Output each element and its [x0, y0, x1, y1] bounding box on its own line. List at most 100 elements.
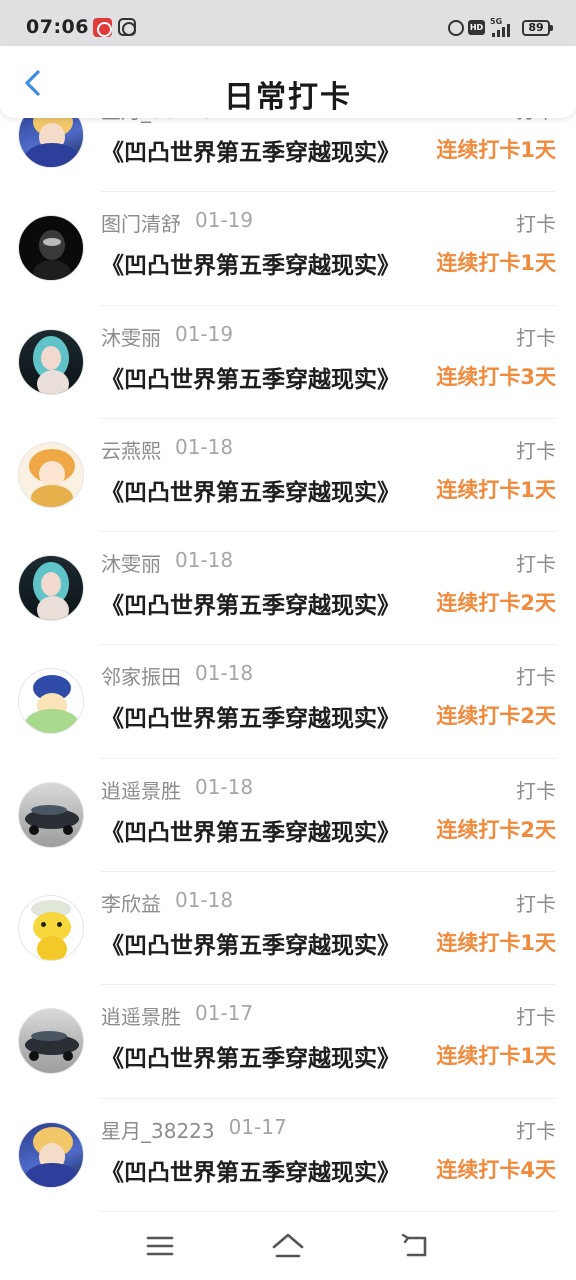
- checkin-row[interactable]: 沐雯丽 01-19 打卡《凹凸世界第五季穿越现实》 连续打卡3天: [0, 306, 576, 420]
- network-type: 5G: [490, 17, 503, 26]
- app-notification-icon: [93, 18, 112, 37]
- avatar[interactable]: [18, 668, 84, 735]
- checkin-row[interactable]: 逍遥景胜 01-18 打卡《凹凸世界第五季穿越现实》 连续打卡2天: [0, 759, 576, 873]
- checkin-action-label: 打卡: [516, 552, 556, 577]
- checkin-row[interactable]: 邻家振田 01-18 打卡《凹凸世界第五季穿越现实》 连续打卡2天: [0, 645, 576, 760]
- nav-back-button[interactable]: [394, 1226, 438, 1266]
- checkin-row[interactable]: 图门清舒 01-19 打卡《凹凸世界第五季穿越现实》 连续打卡1天: [0, 192, 576, 306]
- checkin-meta: 逍遥景胜 01-17: [101, 1001, 253, 1030]
- streak-label: 连续打卡1天: [436, 931, 556, 956]
- user-name[interactable]: 逍遥景胜: [101, 775, 181, 804]
- signal-icon: 5G: [490, 17, 512, 37]
- avatar[interactable]: [18, 781, 84, 848]
- checkin-topic[interactable]: 《凹凸世界第五季穿越现实》: [101, 586, 406, 620]
- checkin-date: 01-18: [195, 661, 254, 686]
- home-button[interactable]: [266, 1226, 310, 1266]
- user-name[interactable]: 图门清舒: [101, 208, 181, 237]
- user-name[interactable]: 邻家振田: [101, 661, 181, 690]
- checkin-action-label: 打卡: [516, 325, 556, 350]
- streak-label: 连续打卡2天: [436, 591, 556, 616]
- checkin-date: 01-18: [175, 888, 234, 913]
- avatar[interactable]: [18, 215, 84, 282]
- system-nav-bar: [0, 1212, 576, 1280]
- checkin-row[interactable]: 云燕熙 01-18 打卡《凹凸世界第五季穿越现实》 连续打卡1天: [0, 419, 576, 533]
- checkin-action-label: 打卡: [516, 118, 556, 124]
- back-icon: [401, 1233, 427, 1257]
- checkin-meta: 沐雯丽 01-18: [101, 548, 233, 577]
- streak-label: 连续打卡1天: [436, 1044, 556, 1069]
- checkin-date: 01-17: [228, 1114, 287, 1139]
- home-icon: [272, 1233, 304, 1258]
- checkin-meta: 云燕熙 01-18: [101, 435, 233, 464]
- checkin-action-label: 打卡: [516, 892, 556, 917]
- page-title: 日常打卡: [224, 80, 352, 115]
- checkin-action-label: 打卡: [516, 438, 556, 463]
- checkin-topic[interactable]: 《凹凸世界第五季穿越现实》: [101, 360, 406, 394]
- checkin-topic[interactable]: 《凹凸世界第五季穿越现实》: [101, 133, 406, 167]
- streak-label: 连续打卡2天: [436, 817, 556, 842]
- checkin-meta: 邻家振田 01-18: [101, 661, 253, 690]
- checkin-date: 01-18: [175, 434, 234, 459]
- checkin-date: 01-18: [175, 548, 234, 573]
- status-bar: 07:06 HD 5G 89: [0, 0, 576, 46]
- checkin-topic[interactable]: 《凹凸世界第五季穿越现实》: [101, 1039, 406, 1073]
- checkin-row[interactable]: 星月_38223 01-17 打卡《凹凸世界第五季穿越现实》 连续打卡4天: [0, 1099, 576, 1212]
- checkin-topic[interactable]: 《凹凸世界第五季穿越现实》: [101, 699, 406, 733]
- checkin-meta: 沐雯丽 01-19: [101, 322, 233, 351]
- alarm-icon: [448, 20, 464, 36]
- checkin-topic[interactable]: 《凹凸世界第五季穿越现实》: [101, 926, 406, 960]
- menu-icon: [146, 1236, 174, 1256]
- user-name[interactable]: 沐雯丽: [101, 548, 161, 577]
- checkin-row[interactable]: 沐雯丽 01-18 打卡《凹凸世界第五季穿越现实》 连续打卡2天: [0, 532, 576, 646]
- streak-label: 连续打卡1天: [436, 138, 556, 162]
- checkin-meta: 星月_38223 01-17: [101, 118, 287, 124]
- checkin-meta: 图门清舒 01-19: [101, 208, 253, 237]
- user-name[interactable]: 逍遥景胜: [101, 1001, 181, 1030]
- header: 日常打卡: [0, 46, 576, 118]
- checkin-list-viewport[interactable]: 星月_3822301-17打卡《凹凸世界第五季穿越现实》连续打卡1天图门清舒01…: [0, 118, 576, 1212]
- checkin-topic[interactable]: 《凹凸世界第五季穿越现实》: [101, 813, 406, 847]
- checkin-topic[interactable]: 《凹凸世界第五季穿越现实》: [101, 246, 406, 280]
- checkin-row[interactable]: 逍遥景胜 01-17 打卡《凹凸世界第五季穿越现实》 连续打卡1天: [0, 985, 576, 1099]
- avatar[interactable]: [18, 1121, 84, 1188]
- avatar[interactable]: [18, 1008, 84, 1075]
- checkin-topic[interactable]: 《凹凸世界第五季穿越现实》: [101, 1153, 406, 1187]
- checkin-action-label: 打卡: [516, 212, 556, 237]
- user-name[interactable]: 星月_38223: [101, 1115, 215, 1144]
- avatar[interactable]: [18, 555, 84, 622]
- checkin-date: 01-19: [195, 208, 254, 233]
- streak-label: 连续打卡4天: [436, 1157, 556, 1182]
- user-name[interactable]: 云燕熙: [101, 435, 161, 464]
- checkin-action-label: 打卡: [516, 778, 556, 803]
- menu-button[interactable]: [138, 1226, 182, 1266]
- hd-icon: HD: [468, 20, 485, 35]
- avatar[interactable]: [18, 118, 84, 168]
- checkin-date: 01-17: [195, 1001, 254, 1026]
- checkin-meta: 李欣益 01-18: [101, 888, 233, 917]
- media-app-icon: [118, 18, 136, 36]
- user-name[interactable]: 沐雯丽: [101, 322, 161, 351]
- avatar[interactable]: [18, 895, 84, 962]
- checkin-action-label: 打卡: [516, 1005, 556, 1030]
- streak-label: 连续打卡1天: [436, 477, 556, 502]
- checkin-list: 星月_3822301-17打卡《凹凸世界第五季穿越现实》连续打卡1天图门清舒01…: [0, 118, 576, 1212]
- checkin-row[interactable]: 李欣益 01-18 打卡《凹凸世界第五季穿越现实》 连续打卡1天: [0, 872, 576, 986]
- checkin-action-label: 打卡: [516, 665, 556, 690]
- user-name[interactable]: 李欣益: [101, 888, 161, 917]
- streak-label: 连续打卡1天: [436, 251, 556, 276]
- streak-label: 连续打卡3天: [436, 364, 556, 389]
- streak-label: 连续打卡2天: [436, 704, 556, 729]
- checkin-date: 01-18: [195, 774, 254, 799]
- checkin-topic[interactable]: 《凹凸世界第五季穿越现实》: [101, 473, 406, 507]
- checkin-meta: 逍遥景胜 01-18: [101, 775, 253, 804]
- status-time: 07:06: [26, 16, 89, 38]
- checkin-meta: 星月_38223 01-17: [101, 1115, 287, 1144]
- checkin-date: 01-19: [175, 321, 234, 346]
- checkin-date: 01-17: [229, 118, 287, 119]
- checkin-row[interactable]: 星月_38223 01-17 打卡《凹凸世界第五季穿越现实》 连续打卡1天: [0, 118, 576, 193]
- avatar[interactable]: [18, 328, 84, 395]
- battery-icon: 89: [522, 20, 553, 36]
- user-name[interactable]: 星月_38223: [101, 118, 215, 124]
- avatar[interactable]: [18, 441, 84, 508]
- checkin-action-label: 打卡: [516, 1118, 556, 1143]
